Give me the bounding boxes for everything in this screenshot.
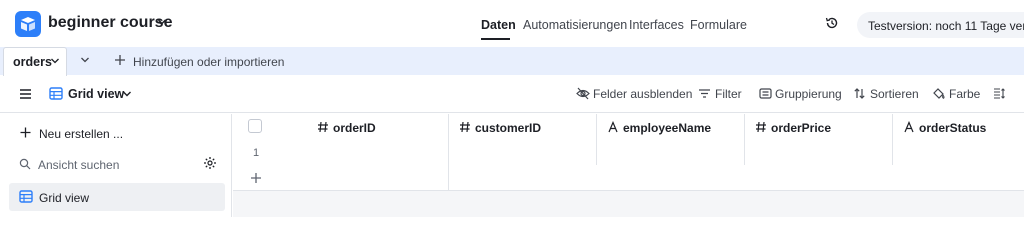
add-row-filler	[449, 165, 1024, 191]
field-header-orderID[interactable]: orderID	[233, 114, 449, 140]
gear-icon[interactable]	[203, 156, 217, 170]
chevron-down-icon[interactable]	[157, 17, 167, 27]
cell-customerID[interactable]	[449, 140, 597, 165]
base-logo-icon[interactable]	[15, 11, 41, 37]
eye-slash-icon	[576, 87, 590, 100]
filter-button[interactable]: Filter	[715, 87, 742, 101]
cell-orderID[interactable]: 1	[233, 140, 449, 165]
all-tables-chevron-icon[interactable]	[80, 55, 90, 65]
paint-bucket-icon	[933, 88, 945, 99]
grid-view-icon	[19, 190, 33, 203]
view-toolbar: Grid view Felder ausblenden Filter Grupp…	[0, 76, 1024, 113]
view-search-input[interactable]: Ansicht suchen	[38, 158, 119, 172]
cell-orderPrice[interactable]	[745, 140, 893, 165]
field-name: orderPrice	[771, 121, 832, 135]
row-height-icon[interactable]	[993, 87, 1006, 100]
create-new-button[interactable]: Neu erstellen ...	[39, 127, 123, 141]
group-icon	[759, 88, 772, 99]
cell-orderStatus[interactable]	[893, 140, 1024, 165]
sort-icon	[854, 88, 865, 99]
field-name: customerID	[475, 121, 542, 135]
base-name[interactable]: beginner course	[48, 14, 172, 32]
select-all-checkbox[interactable]	[248, 119, 262, 133]
text-icon	[904, 121, 914, 133]
views-sidebar: Neu erstellen ... Ansicht suchen Grid vi…	[0, 114, 232, 217]
field-header-employeeName[interactable]: employeeName	[597, 114, 745, 140]
sidebar-item-grid-view[interactable]: Grid view	[9, 183, 225, 211]
field-header-orderStatus[interactable]: orderStatus	[893, 114, 1024, 140]
primary-field-header[interactable]: orderID	[307, 114, 449, 140]
hide-fields-button[interactable]: Felder ausblenden	[593, 87, 692, 101]
search-icon	[19, 158, 31, 170]
field-name: employeeName	[623, 121, 712, 135]
group-button[interactable]: Gruppierung	[775, 87, 842, 101]
trial-status-pill[interactable]: Testversion: noch 11 Tage verbleibend	[857, 12, 1024, 38]
plus-icon	[20, 127, 31, 138]
menu-icon[interactable]	[19, 88, 32, 100]
color-button[interactable]: Farbe	[949, 87, 980, 101]
nav-tab-daten[interactable]: Daten	[481, 18, 516, 32]
active-nav-underline	[481, 38, 510, 40]
chevron-down-icon[interactable]	[122, 89, 132, 99]
data-grid: orderID customerID employeeName orderPri…	[233, 114, 1024, 217]
nav-tab-formulare[interactable]: Formulare	[690, 18, 747, 32]
number-icon	[318, 121, 328, 133]
add-or-import-button[interactable]: Hinzufügen oder importieren	[133, 55, 284, 69]
plus-icon	[251, 173, 261, 183]
table-tab-label: orders	[13, 55, 52, 69]
view-name[interactable]: Grid view	[68, 87, 124, 101]
number-icon	[460, 121, 470, 133]
add-record-button[interactable]	[233, 165, 449, 191]
top-app-bar: beginner course Daten Automatisierungen …	[0, 0, 1024, 47]
chevron-down-icon[interactable]	[50, 56, 60, 66]
history-icon[interactable]	[825, 16, 839, 30]
field-header-customerID[interactable]: customerID	[449, 114, 597, 140]
table-row[interactable]: 1	[233, 140, 1024, 165]
row-number: 1	[253, 147, 260, 159]
grid-header-row: orderID customerID employeeName orderPri…	[233, 114, 1024, 140]
nav-tab-automatisierungen[interactable]: Automatisierungen	[523, 18, 627, 32]
plus-icon[interactable]	[113, 53, 127, 67]
number-icon	[756, 121, 766, 133]
field-name: orderStatus	[919, 121, 987, 135]
text-icon	[608, 121, 618, 133]
cell-employeeName[interactable]	[597, 140, 745, 165]
filter-icon	[699, 89, 710, 98]
trial-text: Testversion: noch 11 Tage verbleibend	[868, 19, 1024, 33]
sort-button[interactable]: Sortieren	[870, 87, 919, 101]
sidebar-item-label: Grid view	[39, 191, 90, 205]
field-name: orderID	[333, 121, 376, 135]
field-header-orderPrice[interactable]: orderPrice	[745, 114, 893, 140]
grid-view-icon	[49, 87, 63, 100]
tables-bar: orders Hinzufügen oder importieren	[0, 47, 1024, 76]
nav-tab-interfaces[interactable]: Interfaces	[629, 18, 684, 32]
table-tab-orders[interactable]: orders	[3, 47, 67, 76]
